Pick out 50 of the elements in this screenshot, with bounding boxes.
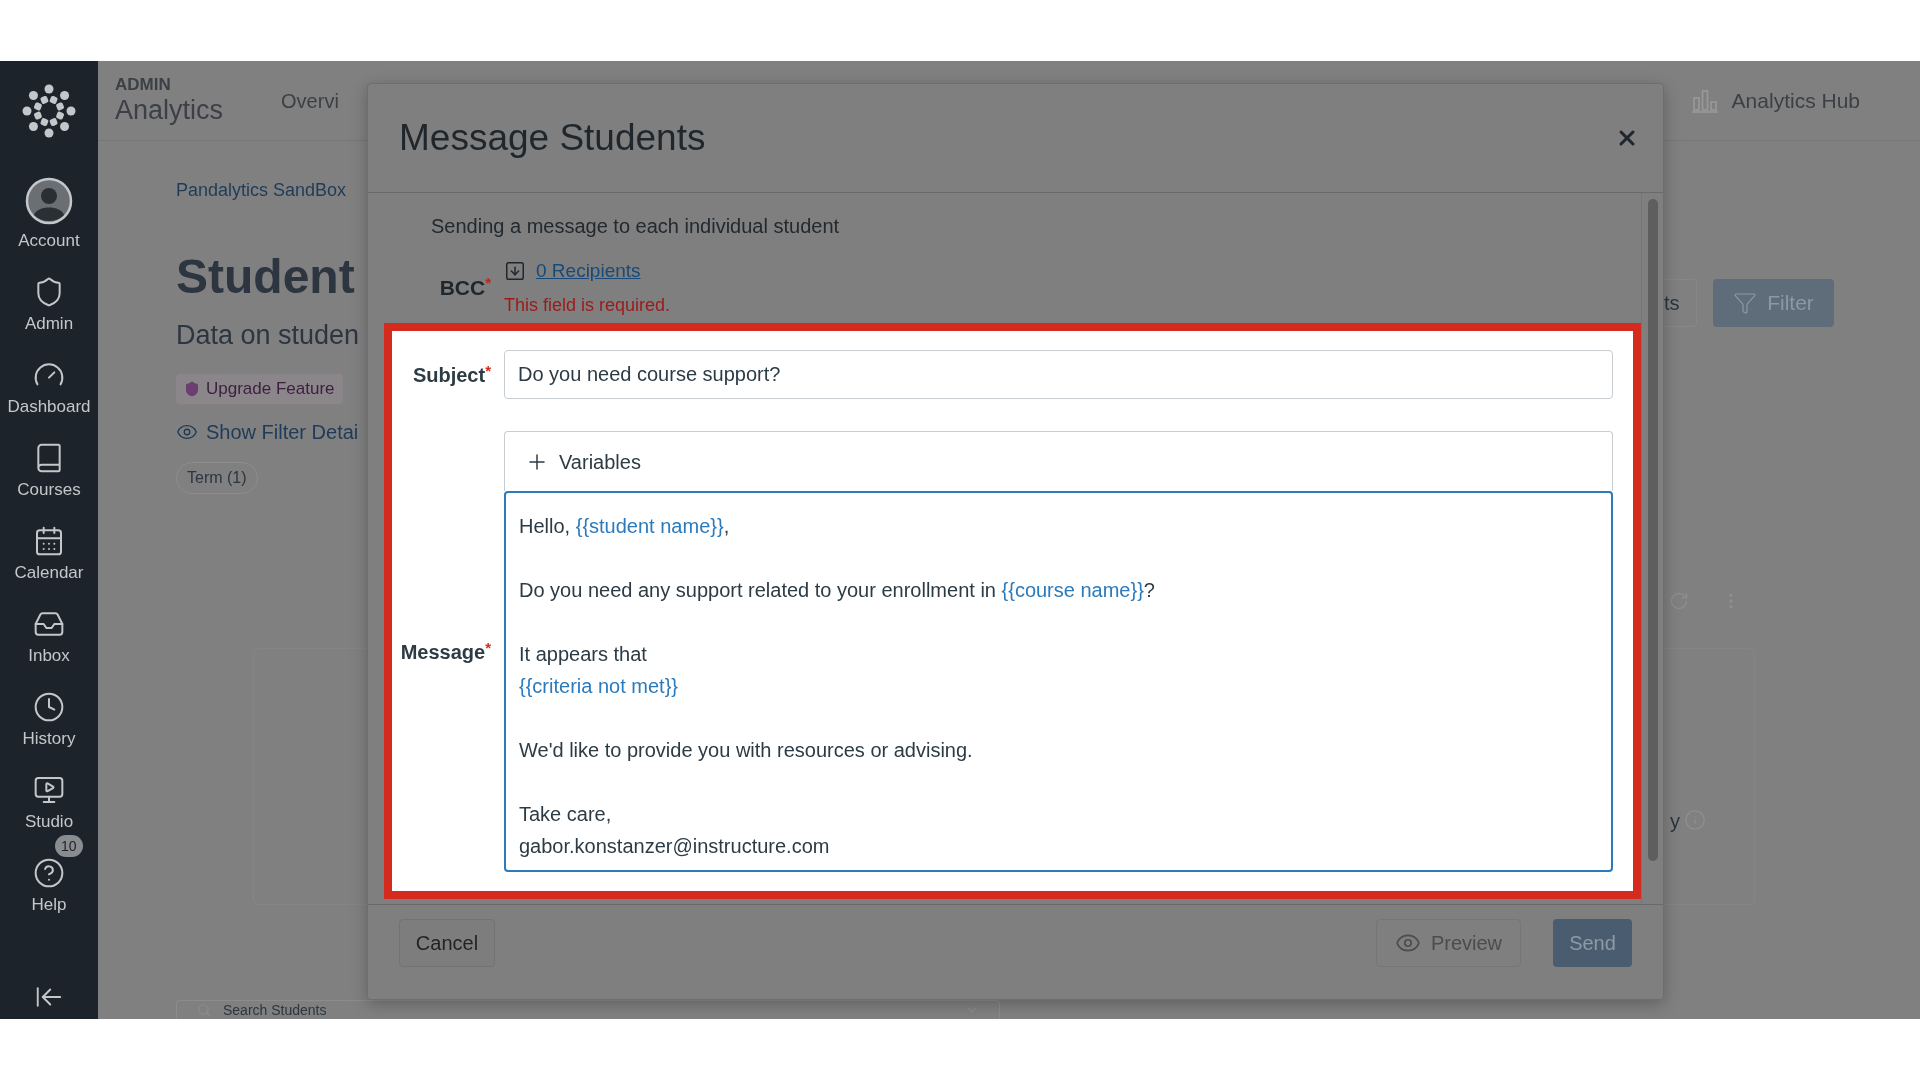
- field-label: Subject*: [412, 360, 491, 388]
- send-button[interactable]: Send: [1553, 919, 1632, 967]
- message-editor[interactable]: [504, 491, 1613, 872]
- message-line: Hello, {{student name}},: [519, 514, 731, 539]
- monitor-play-icon: [33, 774, 65, 806]
- sidebar-nav-link[interactable]: Admin: [24, 312, 74, 336]
- subject-field[interactable]: Do you need course support?: [504, 350, 1613, 399]
- dialog-title: Message Students: [399, 116, 706, 160]
- filter-icon: [1733, 291, 1758, 315]
- cancel-button[interactable]: Cancel: [399, 919, 495, 967]
- message-line: Do you need any support related to your enrollment in {{course name}}?: [519, 578, 1156, 603]
- sidebar-nav-link[interactable]: Courses: [17, 478, 81, 502]
- dialog-intro: Sending a message to each individual student: [431, 214, 841, 239]
- sidebar-nav-link[interactable]: Dashboard: [7, 395, 91, 419]
- field-label: BCC*: [439, 273, 491, 302]
- sidebar-nav-link[interactable]: Inbox: [28, 644, 70, 668]
- error-message: This field is required.: [504, 294, 671, 317]
- recipients-link[interactable]: 0 Recipients: [536, 259, 641, 283]
- message-line: gabor.konstanzer@instructure.com: [519, 834, 831, 859]
- message-line: It appears that: [519, 642, 648, 667]
- bar-chart-icon: [1691, 88, 1718, 113]
- sidebar-nav-link[interactable]: Account: [18, 229, 80, 253]
- card-text-fragment: y: [1670, 809, 1680, 833]
- notification-badge: 10: [55, 835, 83, 857]
- help-icon: [33, 857, 65, 889]
- header-eyebrow: ADMIN: [115, 75, 172, 94]
- filter-details-link[interactable]: Show Filter Detai: [176, 420, 367, 444]
- message-line: Take care,: [519, 802, 613, 827]
- clock-icon: [33, 691, 65, 723]
- logo-icon[interactable]: [21, 83, 77, 139]
- user-avatar-icon: [25, 177, 73, 225]
- nav-tab[interactable]: Overvi: [281, 85, 339, 116]
- variables-toggle[interactable]: Variables: [504, 431, 1613, 491]
- sidebar-nav-link[interactable]: Calendar: [14, 561, 84, 585]
- breadcrumb-link[interactable]: Pandalytics SandBox: [176, 178, 367, 202]
- sidebar-nav-link[interactable]: Help: [31, 893, 67, 917]
- field-label: Message*: [400, 637, 491, 665]
- shield-icon: [184, 381, 200, 397]
- scrollbar-thumb[interactable]: [1647, 199, 1658, 861]
- page-subheading: Data on studen: [176, 319, 361, 352]
- sidebar-nav-link[interactable]: History: [22, 727, 76, 751]
- message-line: {{criteria not met}}: [519, 674, 679, 699]
- header-title: Analytics: [115, 93, 224, 126]
- calendar-icon: [33, 525, 65, 557]
- page-heading: Student: [176, 249, 356, 305]
- download-icon: [504, 260, 526, 282]
- hub-link[interactable]: Analytics Hub: [1731, 84, 1860, 117]
- upgrade-badge: Upgrade Feature: [176, 374, 343, 404]
- sidebar-nav-link[interactable]: Studio: [24, 810, 74, 834]
- message-line: We'd like to provide you with resources or advising.: [519, 738, 974, 763]
